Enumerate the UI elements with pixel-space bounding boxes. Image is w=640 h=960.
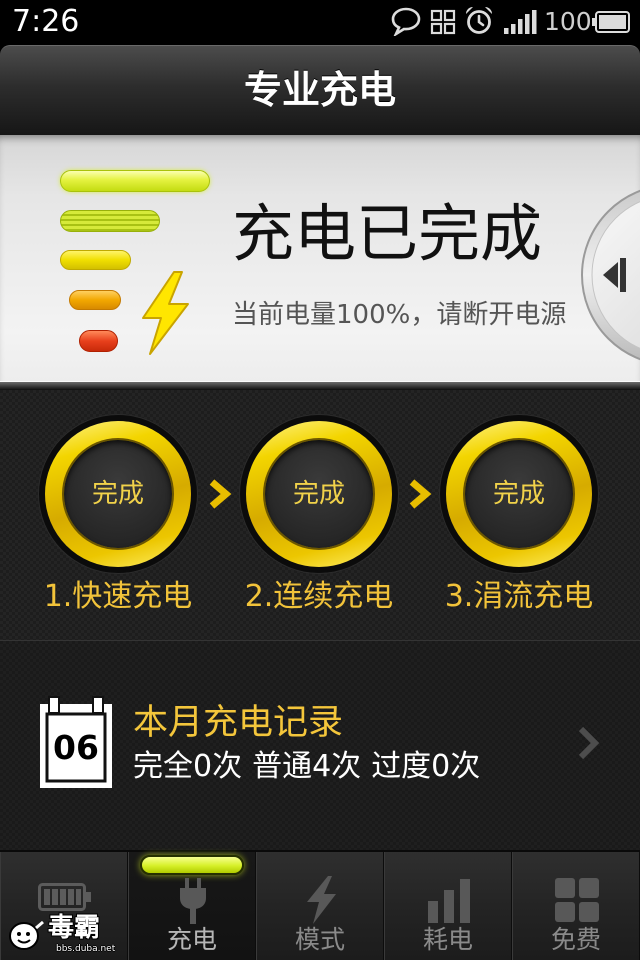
- tab-label: 耗电: [422, 925, 473, 954]
- alarm-icon: [466, 7, 492, 34]
- chat-icon: [391, 7, 421, 36]
- mascot-logo-icon: [9, 920, 44, 950]
- status-time: 7:26: [12, 4, 80, 39]
- status-bar: 7:26 100: [0, 0, 640, 45]
- count-normal: 普通4次: [252, 749, 362, 784]
- tab-consumption[interactable]: 耗电: [384, 852, 512, 960]
- chevron-right-icon[interactable]: [577, 725, 601, 761]
- watermark-url: bbs.duba.net: [56, 944, 116, 954]
- active-tab-indicator: [140, 855, 244, 875]
- charge-status-detail: 当前电量100%，请断开电源: [232, 300, 567, 330]
- watermark: 毒霸 bbs.duba.net: [4, 912, 130, 958]
- collapse-panel-button[interactable]: [578, 183, 640, 367]
- level-bar: [79, 330, 118, 352]
- level-bar: [60, 210, 160, 232]
- level-bar: [69, 290, 121, 310]
- stage-status: 完成: [64, 440, 172, 548]
- monthly-record-row[interactable]: 06 本月充电记录 完全0次 普通4次 过度0次: [0, 640, 640, 850]
- tab-charge[interactable]: 充电: [128, 852, 256, 960]
- stage-label: 2.连续充电: [244, 579, 394, 614]
- count-over: 过度0次: [371, 749, 481, 784]
- charge-status-panel: 充电已完成 当前电量100%，请断开电源: [0, 135, 640, 381]
- count-full: 完全0次: [133, 749, 243, 784]
- grid-icon: [555, 878, 599, 922]
- watermark-brand: 毒霸: [48, 913, 101, 943]
- lightning-icon: [307, 876, 336, 924]
- battery-icon: [38, 883, 91, 911]
- calendar-icon: 06: [40, 696, 112, 788]
- lightning-icon: [142, 271, 189, 355]
- plug-icon: [180, 878, 206, 924]
- record-title: 本月充电记录: [133, 703, 344, 743]
- tab-free[interactable]: 免费: [512, 852, 640, 960]
- stage-status: 完成: [465, 440, 573, 548]
- app-header: 专业充电: [0, 45, 640, 135]
- panel-divider: [0, 381, 640, 390]
- record-counts: 完全0次 普通4次 过度0次: [133, 749, 490, 785]
- stage-trickle-charge: 完成 3.涓流充电: [419, 390, 619, 640]
- signal-icon: [504, 10, 537, 34]
- bar-chart-icon: [428, 879, 470, 923]
- grid-icon: [430, 9, 456, 35]
- stage-continuous-charge: 完成 2.连续充电: [219, 390, 419, 640]
- tab-label: 充电: [166, 925, 217, 954]
- battery-level-icon: [0, 135, 210, 381]
- stage-label: 3.涓流充电: [444, 579, 594, 614]
- page-title: 专业充电: [243, 68, 396, 112]
- stage-status: 完成: [265, 440, 373, 548]
- charge-stages: 完成 1.快速充电 完成 2.连续充电 完成 3.涓流充电: [0, 390, 640, 640]
- battery-icon: [592, 11, 630, 33]
- tab-mode[interactable]: 模式: [256, 852, 384, 960]
- tab-label: 免费: [550, 925, 601, 954]
- stage-fast-charge: 完成 1.快速充电: [18, 390, 218, 640]
- tab-label: 模式: [294, 925, 345, 954]
- stage-label: 1.快速充电: [43, 579, 193, 614]
- level-bar: [60, 170, 210, 192]
- level-bar: [60, 250, 131, 270]
- charge-status-headline: 充电已完成: [232, 197, 543, 270]
- battery-percent: 100: [544, 7, 592, 36]
- calendar-day: 06: [53, 728, 99, 767]
